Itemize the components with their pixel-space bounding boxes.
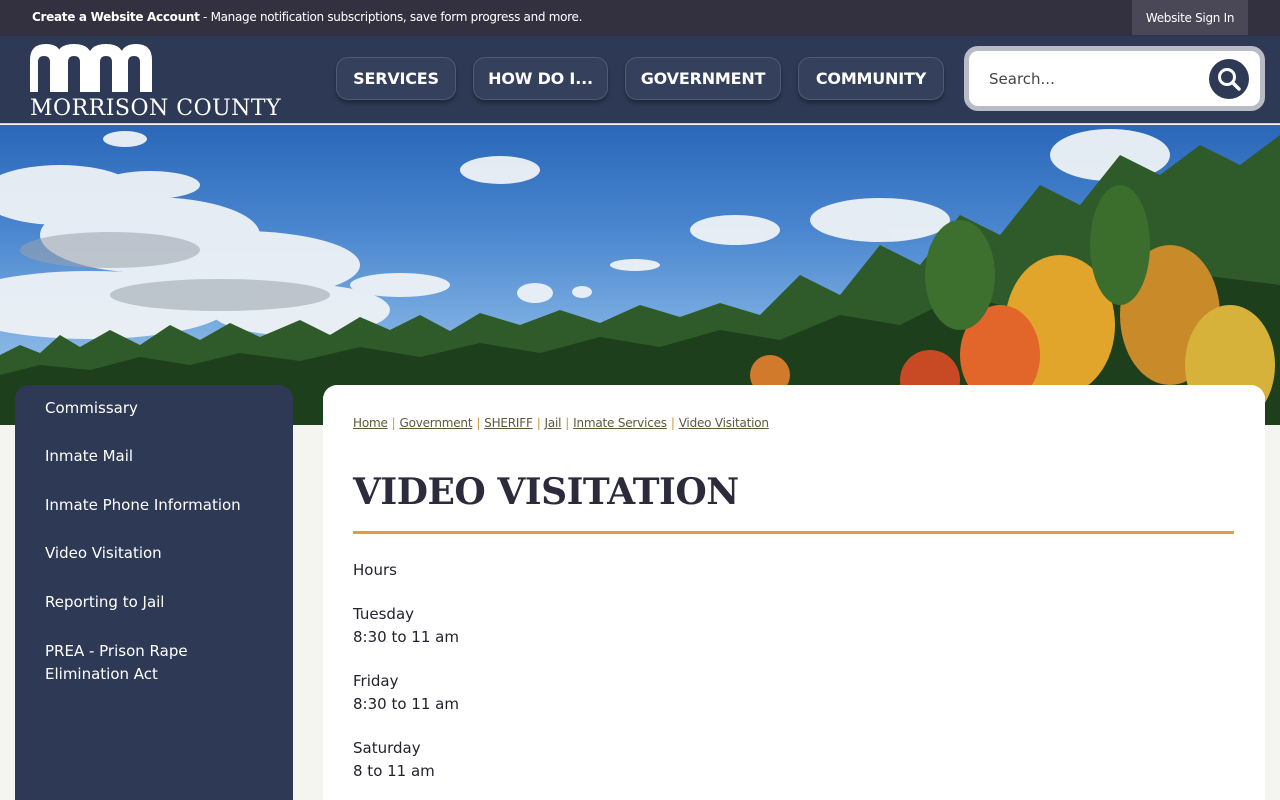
nav-government-button[interactable]: GOVERNMENT <box>625 57 781 100</box>
search-button[interactable] <box>1209 59 1249 99</box>
hours-label: Hours <box>353 561 397 579</box>
logo-wordmark: MORRISON COUNTY <box>30 96 282 121</box>
schedule-time: 8 to 11 am <box>353 762 435 780</box>
county-logo[interactable]: MORRISON COUNTY <box>30 42 302 121</box>
nav-how-do-i-button[interactable]: HOW DO I... <box>473 57 608 100</box>
page-title: VIDEO VISITATION <box>353 471 739 513</box>
search-input[interactable] <box>989 67 1199 91</box>
breadcrumb-sheriff[interactable]: SHERIFF <box>484 416 533 430</box>
sidebar-item-commissary[interactable]: Commissary <box>45 397 275 420</box>
sidebar-nav: Commissary Inmate Mail Inmate Phone Info… <box>15 385 293 800</box>
site-header: MORRISON COUNTY SERVICES HOW DO I... GOV… <box>0 36 1280 124</box>
schedule-day: Saturday <box>353 739 421 757</box>
create-account-link[interactable]: Create a Website Account <box>32 10 200 24</box>
sidebar-item-inmate-mail[interactable]: Inmate Mail <box>45 445 275 468</box>
forest-landscape-image <box>0 129 1280 425</box>
main-content: Home | Government | SHERIFF | Jail | Inmate Serv… <box>323 385 1265 800</box>
title-divider <box>353 531 1234 534</box>
utility-bar: Create a Website Account - Manage notifi… <box>0 0 1280 36</box>
breadcrumb-inmate-services[interactable]: Inmate Services <box>573 416 667 430</box>
nav-services-button[interactable]: SERVICES <box>336 57 456 100</box>
sidebar-item-inmate-phone-information[interactable]: Inmate Phone Information <box>45 494 275 517</box>
hero-banner-image <box>0 125 1280 425</box>
breadcrumb-separator: | <box>670 416 675 430</box>
breadcrumb-separator: | <box>476 416 481 430</box>
breadcrumb-video-visitation[interactable]: Video Visitation <box>679 416 769 430</box>
logo-mark-icon <box>30 44 152 92</box>
schedule-day: Tuesday <box>353 605 415 623</box>
nav-community-button[interactable]: COMMUNITY <box>798 57 944 100</box>
sidebar-item-prea[interactable]: PREA - Prison Rape Elimination Act <box>45 640 245 686</box>
breadcrumb: Home | Government | SHERIFF | Jail | Inmate Serv… <box>353 416 769 430</box>
breadcrumb-government[interactable]: Government <box>399 416 472 430</box>
breadcrumb-separator: | <box>565 416 570 430</box>
breadcrumb-separator: | <box>391 416 396 430</box>
sidebar-item-reporting-to-jail[interactable]: Reporting to Jail <box>45 591 275 614</box>
breadcrumb-home[interactable]: Home <box>353 416 388 430</box>
breadcrumb-jail[interactable]: Jail <box>545 416 562 430</box>
breadcrumb-separator: | <box>536 416 541 430</box>
schedule-time: 8:30 to 11 am <box>353 695 459 713</box>
schedule-time: 8:30 to 11 am <box>353 628 459 646</box>
account-notice: Create a Website Account - Manage notifi… <box>32 10 582 24</box>
search-box <box>964 46 1265 111</box>
website-sign-in-button[interactable]: Website Sign In <box>1132 0 1248 35</box>
schedule-day: Friday <box>353 672 399 690</box>
account-notice-text: - Manage notification subscriptions, sav… <box>199 10 583 24</box>
sidebar-item-video-visitation[interactable]: Video Visitation <box>45 542 275 565</box>
search-icon <box>1218 68 1241 91</box>
